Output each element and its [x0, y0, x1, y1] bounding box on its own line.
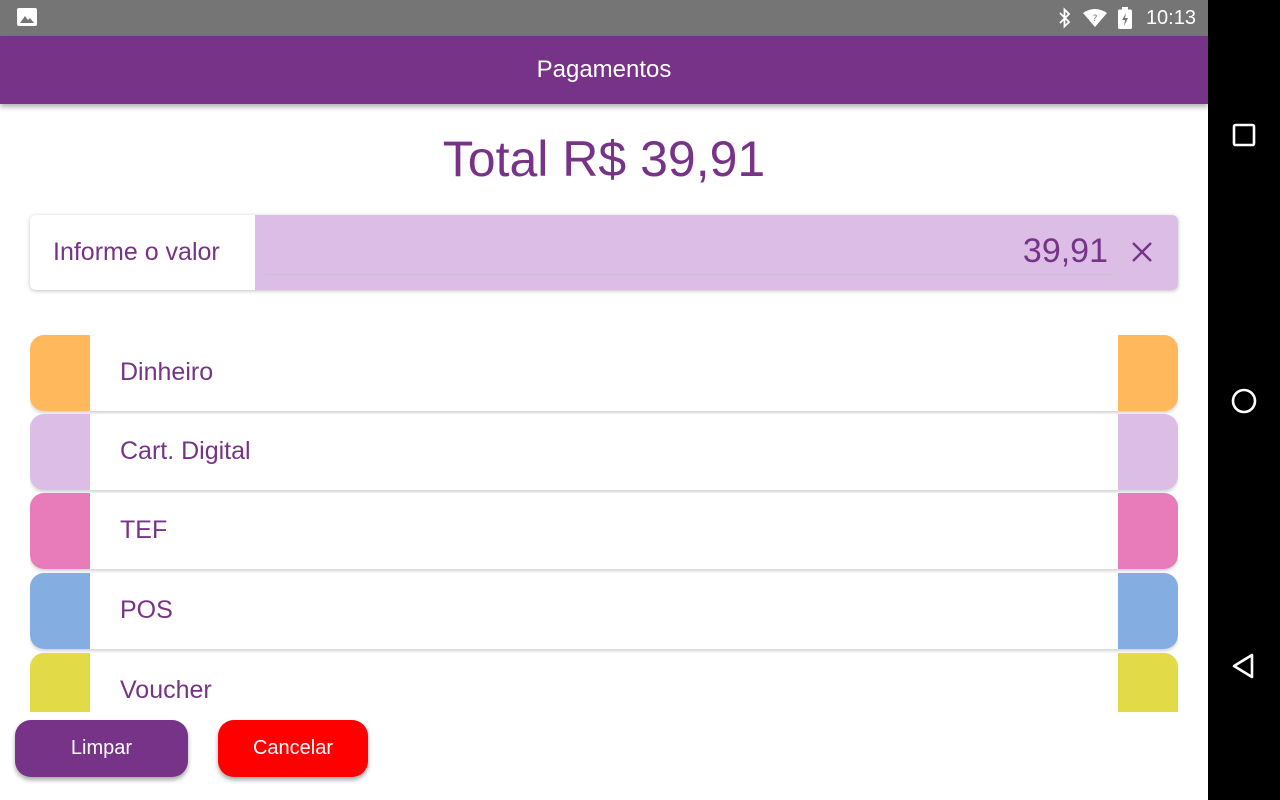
method-color-swatch	[30, 414, 90, 490]
value-input[interactable]	[265, 229, 1112, 275]
payment-method-cart-digital[interactable]: Cart. Digital	[30, 414, 1178, 490]
payment-method-dinheiro[interactable]: Dinheiro	[30, 335, 1178, 411]
method-color-swatch	[30, 493, 90, 569]
wifi-icon: ?	[1082, 9, 1107, 27]
recents-icon[interactable]	[1230, 121, 1258, 149]
method-color-swatch	[30, 653, 90, 712]
payment-methods-list: Dinheiro Cart. Digital TEF POS Voucher	[30, 335, 1178, 712]
image-icon	[17, 8, 37, 26]
payment-method-voucher[interactable]: Voucher	[30, 653, 1178, 712]
method-label: Voucher	[120, 676, 212, 704]
home-icon[interactable]	[1230, 387, 1258, 415]
status-icons: ? 10:13	[1058, 0, 1196, 36]
navigation-bar	[1208, 0, 1280, 800]
value-input-label: Informe o valor	[53, 238, 220, 266]
clock: 10:13	[1145, 6, 1196, 29]
payment-method-pos[interactable]: POS	[30, 573, 1178, 649]
clear-button[interactable]: Limpar	[15, 720, 188, 777]
battery-icon	[1117, 7, 1132, 29]
method-label: TEF	[120, 516, 168, 544]
back-icon[interactable]	[1230, 652, 1258, 680]
method-color-swatch	[30, 573, 90, 649]
value-input-area	[255, 215, 1178, 290]
method-label: POS	[120, 596, 173, 624]
close-icon[interactable]	[1130, 240, 1154, 264]
value-input-card: Informe o valor	[30, 215, 1178, 290]
method-color-swatch	[1118, 493, 1178, 569]
app-bar: Pagamentos	[0, 36, 1208, 104]
payment-method-tef[interactable]: TEF	[30, 493, 1178, 569]
method-color-swatch	[1118, 414, 1178, 490]
method-label: Dinheiro	[120, 358, 214, 386]
method-color-swatch	[1118, 653, 1178, 712]
method-label: Cart. Digital	[120, 437, 251, 465]
method-color-swatch	[1118, 335, 1178, 411]
method-color-swatch	[30, 335, 90, 411]
method-color-swatch	[1118, 573, 1178, 649]
status-bar: ? 10:13	[0, 0, 1208, 36]
cancel-button[interactable]: Cancelar	[218, 720, 368, 777]
bluetooth-icon	[1059, 7, 1071, 29]
total-amount: Total R$ 39,91	[442, 131, 766, 187]
svg-text:?: ?	[1093, 14, 1098, 24]
page-title: Pagamentos	[536, 56, 672, 83]
